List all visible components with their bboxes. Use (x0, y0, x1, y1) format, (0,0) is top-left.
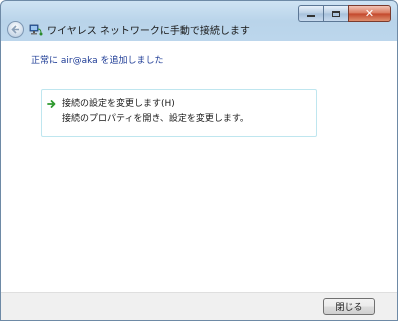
option-title: 接続の設定を変更します(H) (62, 99, 175, 109)
maximize-icon (332, 10, 340, 17)
window-title: ワイヤレス ネットワークに手動で接続します (47, 26, 250, 37)
title-bar: ✕ ワイヤレス ネットワークに手動で接続します (1, 1, 397, 45)
back-button[interactable] (7, 21, 24, 38)
option-description: 接続のプロパティを開き、設定を変更します。 (62, 114, 249, 124)
window-close-button[interactable]: ✕ (348, 5, 391, 22)
back-arrow-icon (11, 25, 19, 34)
main-content: 正常に air@aka を追加しました 接続の設定を変更します(H) 接続のプロ… (1, 41, 397, 292)
dialog-window: ✕ ワイヤレス ネットワークに手動で接続します 正常に air@aka を追加し… (0, 0, 398, 321)
network-icon (29, 24, 43, 36)
status-message: 正常に air@aka を追加しました (31, 56, 164, 66)
green-arrow-icon (47, 100, 56, 108)
minimize-button[interactable] (298, 5, 323, 22)
close-icon: ✕ (364, 7, 375, 20)
window-controls: ✕ (298, 5, 391, 22)
dialog-footer: 閉じる (1, 292, 397, 320)
change-settings-option[interactable]: 接続の設定を変更します(H) 接続のプロパティを開き、設定を変更します。 (41, 89, 317, 137)
close-button[interactable]: 閉じる (323, 298, 375, 315)
minimize-icon (307, 15, 315, 17)
maximize-button[interactable] (323, 5, 348, 22)
